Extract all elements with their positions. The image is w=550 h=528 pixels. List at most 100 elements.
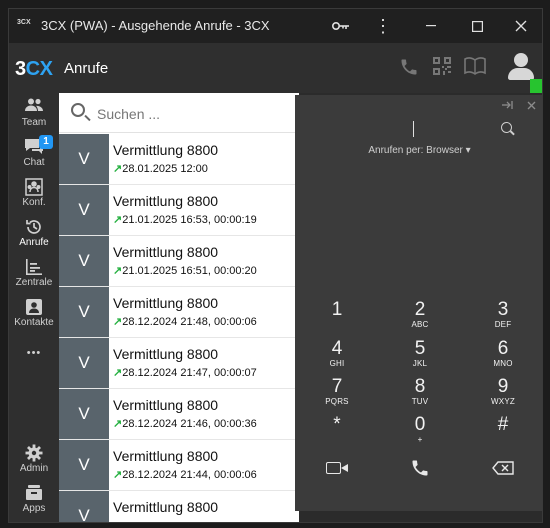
sidebar-item-label: Chat — [23, 157, 45, 168]
call-list-item[interactable]: V Vermittlung 8800 ↗28.01.2025 12:00 — [59, 134, 299, 185]
dialpad-key-5[interactable]: 5 JKL — [390, 339, 450, 375]
call-list-item[interactable]: V Vermittlung 8800 ↗28.12.2024 21:44, 00… — [59, 440, 299, 491]
sidebar-item-team[interactable]: Team — [9, 95, 59, 135]
dialpad-key-star[interactable]: * — [307, 415, 367, 451]
dial-number-input[interactable] — [413, 121, 414, 137]
sidebar-item-calls[interactable]: Anrufe — [9, 215, 59, 255]
dialpad-key-0[interactable]: 0 + — [390, 415, 450, 451]
key-letters: + — [417, 435, 423, 444]
window-logo: 3CX — [17, 19, 31, 26]
call-contact-name: Vermittlung 8800 — [113, 397, 219, 413]
team-icon — [9, 98, 59, 116]
close-button[interactable] — [499, 9, 542, 43]
phone-icon[interactable] — [397, 57, 421, 79]
outgoing-call-icon: ↗ — [113, 163, 123, 175]
call-contact-name: Vermittlung 8800 — [113, 346, 219, 362]
dialpad-key-8[interactable]: 8 TUV — [390, 377, 450, 413]
key-digit: 2 — [414, 299, 426, 320]
call-datetime: 28.12.2024 21:44, 00:00:06 — [122, 469, 257, 481]
maximize-button[interactable] — [455, 9, 499, 43]
dialpad-key-4[interactable]: 4 GHI — [307, 339, 367, 375]
sidebar-item-label: Anrufe — [19, 237, 49, 248]
call-list: V Vermittlung 8800 ↗28.01.2025 12:00 V V… — [59, 134, 299, 522]
call-meta: ↗21.01.2025 16:53, 00:00:19 — [113, 213, 257, 226]
sidebar-item-switchboard[interactable]: Zentrale — [9, 255, 59, 295]
key-digit: 4 — [331, 338, 343, 359]
dialpad-key-3[interactable]: 3 DEF — [473, 300, 533, 336]
minimize-button[interactable] — [409, 9, 453, 43]
close-icon[interactable] — [527, 99, 536, 113]
video-call-button[interactable] — [317, 453, 357, 483]
call-via-selector[interactable]: Anrufen per: Browser ▾ — [295, 145, 542, 156]
sidebar-item-admin[interactable]: Admin — [9, 441, 59, 481]
call-list-item[interactable]: V Vermittlung 8800 ↗21.01.2025 16:51, 00… — [59, 236, 299, 287]
sidebar-item-conference[interactable]: Konf. — [9, 175, 59, 215]
dialpad-key-hash[interactable]: # — [473, 415, 533, 451]
search-icon — [71, 103, 85, 117]
brand-logo: 3CX — [15, 58, 53, 81]
popout-icon[interactable] — [501, 99, 513, 113]
dialpad-key-1[interactable]: 1 — [307, 300, 367, 336]
app-header: 3CX Anrufe — [9, 43, 542, 93]
sidebar-item-label: Konf. — [22, 197, 46, 208]
video-camera-icon — [326, 462, 348, 474]
search-icon[interactable] — [501, 122, 512, 133]
key-letters: PQRS — [325, 397, 349, 406]
key-digit: # — [497, 414, 509, 435]
contact-avatar: V — [59, 134, 109, 184]
call-contact-name: Vermittlung 8800 — [113, 448, 219, 464]
key-digit: 0 — [414, 414, 426, 435]
key-digit: 6 — [497, 338, 509, 359]
contacts-icon — [9, 298, 59, 316]
key-digit: 9 — [497, 376, 509, 397]
contact-avatar: V — [59, 389, 109, 439]
key-digit: 5 — [414, 338, 426, 359]
contact-avatar: V — [59, 236, 109, 286]
call-datetime: 28.01.2025 12:00 — [122, 163, 208, 175]
call-meta: ↗28.12.2024 21:47, 00:00:07 — [113, 366, 257, 379]
qr-code-icon[interactable] — [430, 57, 454, 79]
call-list-item[interactable]: V Vermittlung 8800 ↗28.12.2024 21:46, 00… — [59, 389, 299, 440]
call-button[interactable] — [400, 453, 440, 483]
call-meta: ↗28.12.2024 21:48, 00:00:06 — [113, 315, 257, 328]
phonebook-icon[interactable] — [463, 57, 487, 79]
call-list-item[interactable]: V Vermittlung 8800 ↗28.12.2024 21:47, 00… — [59, 338, 299, 389]
key-digit: 3 — [497, 299, 509, 320]
sidebar-item-chat[interactable]: 1 Chat — [9, 135, 59, 175]
call-list-item[interactable]: V Vermittlung 8800 ↗28.12.2024 21:48, 00… — [59, 287, 299, 338]
key-icon[interactable] — [319, 9, 363, 43]
sidebar-more-button[interactable]: ••• — [9, 341, 59, 363]
window-title: 3CX (PWA) - Ausgehende Anrufe - 3CX — [41, 18, 270, 33]
sidebar-item-contacts[interactable]: Kontakte — [9, 295, 59, 335]
search-bar — [59, 93, 299, 133]
sidebar-item-apps[interactable]: Apps — [9, 481, 59, 521]
search-input[interactable] — [97, 103, 287, 125]
sidebar-item-label: Apps — [22, 503, 46, 514]
outgoing-call-icon: ↗ — [113, 316, 123, 328]
call-contact-name: Vermittlung 8800 — [113, 142, 219, 158]
sidebar-item-label: Zentrale — [15, 277, 53, 288]
call-datetime: 28.12.2024 21:46, 00:00:36 — [122, 418, 257, 430]
contact-avatar: V — [59, 491, 109, 522]
key-letters: WXYZ — [491, 397, 515, 406]
call-meta: ↗28.12.2024 21:44, 00:00:06 — [113, 468, 257, 481]
contact-avatar: V — [59, 440, 109, 490]
call-datetime: 21.01.2025 16:51, 00:00:20 — [122, 265, 257, 277]
key-letters: JKL — [412, 359, 428, 368]
key-letters: GHI — [329, 359, 345, 368]
key-letters: TUV — [411, 397, 429, 406]
dialpad-key-6[interactable]: 6 MNO — [473, 339, 533, 375]
more-vertical-icon[interactable]: ⋮ — [361, 9, 405, 43]
key-letters: ABC — [411, 320, 429, 329]
dialpad-key-2[interactable]: 2 ABC — [390, 300, 450, 336]
outgoing-call-icon: ↗ — [113, 469, 123, 481]
backspace-button[interactable] — [483, 453, 523, 483]
dialpad-key-9[interactable]: 9 WXYZ — [473, 377, 533, 413]
outgoing-call-icon: ↗ — [113, 367, 123, 379]
presence-status-indicator[interactable] — [530, 79, 542, 93]
phone-icon — [412, 460, 428, 476]
call-list-item[interactable]: V Vermittlung 8800 ↗21.01.2025 16:53, 00… — [59, 185, 299, 236]
dialpad-key-7[interactable]: 7 PQRS — [307, 377, 367, 413]
call-list-item[interactable]: V Vermittlung 8800 — [59, 491, 299, 522]
call-meta: ↗21.01.2025 16:51, 00:00:20 — [113, 264, 257, 277]
